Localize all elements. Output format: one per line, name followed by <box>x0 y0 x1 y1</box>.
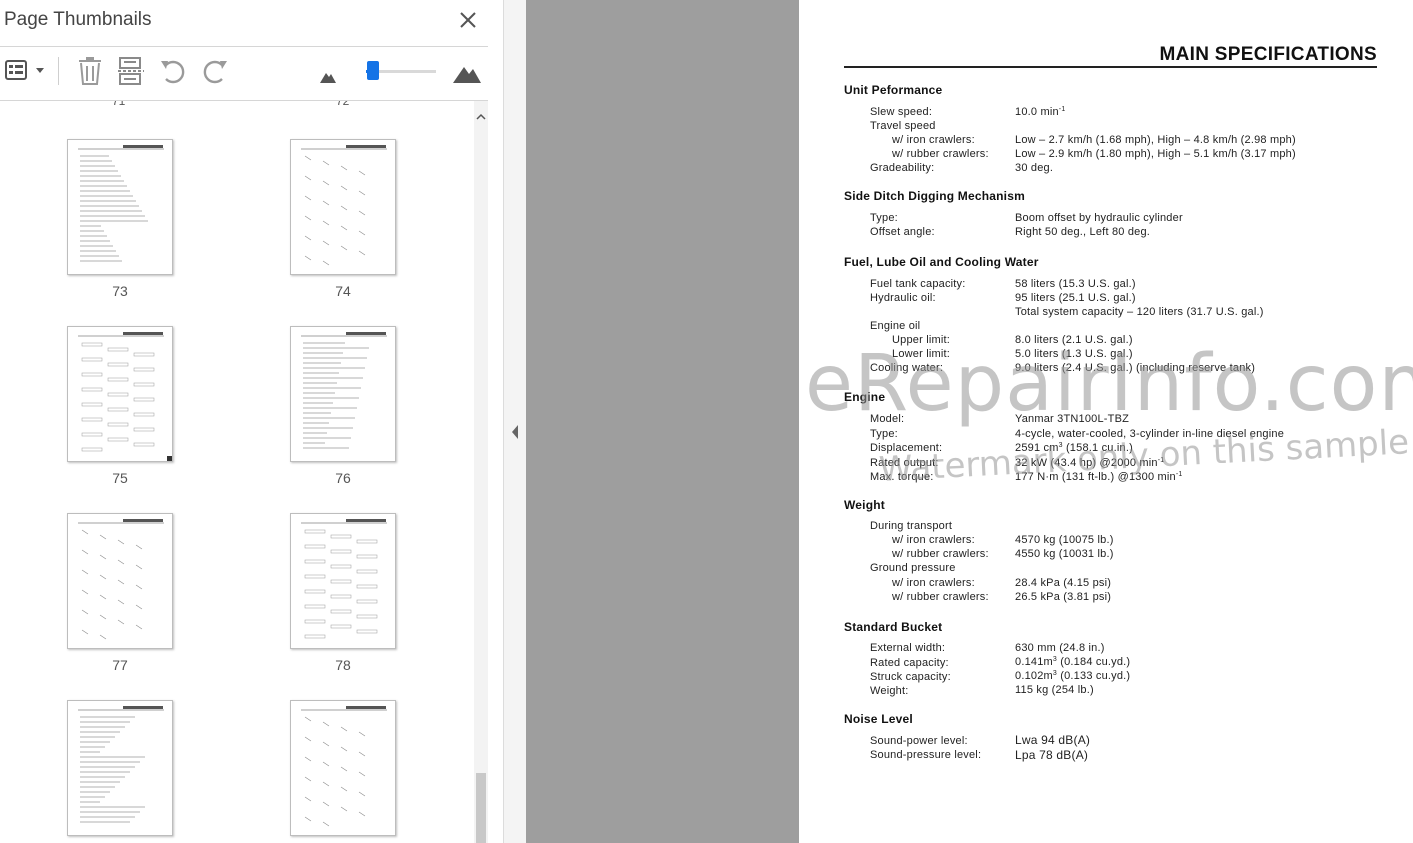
section-heading: Noise Level <box>844 712 913 726</box>
thumbnail-page-preview[interactable] <box>67 326 173 462</box>
spec-label: Sound-pressure level: <box>870 749 982 761</box>
thumbnail-page-number: 77 <box>112 657 128 673</box>
spec-value: 26.5 kPa (3.81 psi) <box>1015 591 1112 603</box>
spec-value: 58 liters (15.3 U.S. gal.) <box>1015 278 1136 290</box>
spec-value: Low – 2.9 km/h (1.80 mph), High – 5.1 km… <box>1015 148 1296 160</box>
spec-label: Engine oil <box>870 320 921 332</box>
spec-label: Offset angle: <box>870 226 935 238</box>
thumbnail-page-preview[interactable] <box>290 139 396 275</box>
spec-value: Low – 2.7 km/h (1.68 mph), High – 4.8 km… <box>1015 134 1296 146</box>
spec-value: 630 mm (24.8 in.) <box>1015 642 1105 654</box>
spec-label: Weight: <box>870 685 909 697</box>
spec-value: 95 liters (25.1 U.S. gal.) <box>1015 292 1136 304</box>
spec-label: Rated capacity: <box>870 657 949 669</box>
section-heading: Weight <box>844 498 885 512</box>
thumbnail-page-preview[interactable] <box>67 513 173 649</box>
panel-splitter[interactable] <box>503 0 526 843</box>
thumbnail-content-sketch <box>78 706 164 823</box>
thumbnail-page-preview[interactable] <box>290 326 396 462</box>
thumbnail-page-preview[interactable] <box>290 513 396 649</box>
section-heading: Standard Bucket <box>844 620 943 634</box>
watermark-text: eRepairInfo.com <box>805 339 1413 429</box>
spec-label: Ground pressure <box>870 562 956 574</box>
thumbnail-page-number: 73 <box>112 283 128 299</box>
delete-icon[interactable] <box>76 55 104 87</box>
spec-label: w/ rubber crawlers: <box>892 548 989 560</box>
zoom-out-mountain-icon[interactable] <box>318 55 338 87</box>
spec-value: 30 deg. <box>1015 162 1054 174</box>
page-thumbnails-panel: Page Thumbnails 71 72 73 74 75 76 77 78 <box>0 0 503 843</box>
thumbnail-page-number: 76 <box>335 470 351 486</box>
spec-value: 10.0 min-1 <box>1015 106 1066 118</box>
thumbnail-partial-number: 72 <box>336 101 350 108</box>
thumbnail-page-number: 75 <box>112 470 128 486</box>
rotate-counterclockwise-icon[interactable] <box>158 55 188 87</box>
spec-value: 115 kg (254 lb.) <box>1015 684 1094 696</box>
spec-label: Type: <box>870 212 898 224</box>
thumbnail-page-number: 78 <box>335 657 351 673</box>
close-icon[interactable] <box>455 7 481 33</box>
spec-label: Travel speed <box>870 120 936 132</box>
spec-label: Type: <box>870 428 898 440</box>
extract-pages-icon[interactable] <box>117 55 145 87</box>
zoom-slider-handle[interactable] <box>366 61 379 80</box>
thumbnail-scrollbar[interactable] <box>474 101 488 843</box>
spec-label: External width: <box>870 642 946 654</box>
thumbnail-content-sketch <box>301 332 387 449</box>
panel-title: Page Thumbnails <box>4 9 152 30</box>
thumbnail-page-preview[interactable] <box>67 700 173 836</box>
thumbnail-list[interactable]: 71 72 7374757677787980 <box>0 101 474 843</box>
spec-value: Boom offset by hydraulic cylinder <box>1015 212 1183 224</box>
thumbnail-toolbar <box>0 47 488 100</box>
thumbnail-content-sketch <box>78 332 164 452</box>
spec-value: 0.141m3 (0.184 cu.yd.) <box>1015 656 1131 668</box>
document-page[interactable]: MAIN SPECIFICATIONS Unit Peformance Slew… <box>799 0 1413 843</box>
spec-label: Sound-power level: <box>870 735 968 747</box>
thumbnail-selected-marker <box>167 456 172 461</box>
collapse-panel-arrow-icon[interactable] <box>510 424 520 440</box>
spec-label: Hydraulic oil: <box>870 292 936 304</box>
toolbar-separator <box>58 57 59 85</box>
thumbnail-content-sketch <box>301 706 387 827</box>
section-heading: Side Ditch Digging Mechanism <box>844 189 1025 203</box>
spec-label: Struck capacity: <box>870 671 951 683</box>
spec-label: w/ iron crawlers: <box>892 534 975 546</box>
thumbnail-content-sketch <box>301 519 387 639</box>
thumbnail-page-number: 74 <box>335 283 351 299</box>
thumbnail-content-sketch <box>78 145 164 262</box>
spec-value: Lpa 78 dB(A) <box>1015 748 1089 762</box>
thumbnail-page-preview[interactable] <box>290 700 396 836</box>
spec-label: During transport <box>870 520 953 532</box>
spec-value: Lwa 94 dB(A) <box>1015 733 1091 747</box>
scroll-up-chevron-icon[interactable] <box>475 111 487 123</box>
document-canvas-background <box>526 0 799 843</box>
spec-value: Total system capacity – 120 liters (31.7… <box>1015 306 1264 318</box>
rotate-clockwise-icon[interactable] <box>200 55 230 87</box>
spec-label: w/ iron crawlers: <box>892 134 975 146</box>
section-heading: Unit Peformance <box>844 83 943 97</box>
thumbnail-options-icon[interactable] <box>4 55 46 87</box>
spec-value: 28.4 kPa (4.15 psi) <box>1015 577 1112 589</box>
spec-label: w/ rubber crawlers: <box>892 591 989 603</box>
thumbnail-content-sketch <box>78 519 164 640</box>
spec-label: w/ iron crawlers: <box>892 577 975 589</box>
scrollbar-thumb[interactable] <box>476 773 486 843</box>
thumbnail-content-sketch <box>301 145 387 266</box>
thumbnail-page-preview[interactable] <box>67 139 173 275</box>
spec-label: Fuel tank capacity: <box>870 278 966 290</box>
section-heading: Fuel, Lube Oil and Cooling Water <box>844 255 1039 269</box>
spec-label: Gradeability: <box>870 162 935 174</box>
spec-label: w/ rubber crawlers: <box>892 148 989 160</box>
spec-value: 4550 kg (10031 lb.) <box>1015 548 1114 560</box>
title-underline <box>844 66 1377 68</box>
spec-value: 4570 kg (10075 lb.) <box>1015 534 1114 546</box>
zoom-in-mountain-icon[interactable] <box>451 55 483 87</box>
thumbnail-partial-number: 71 <box>112 101 126 108</box>
spec-value: Right 50 deg., Left 80 deg. <box>1015 226 1151 238</box>
spec-value: 0.102m3 (0.133 cu.yd.) <box>1015 670 1131 682</box>
page-title: MAIN SPECIFICATIONS <box>1159 44 1377 65</box>
spec-label: Slew speed: <box>870 106 933 118</box>
